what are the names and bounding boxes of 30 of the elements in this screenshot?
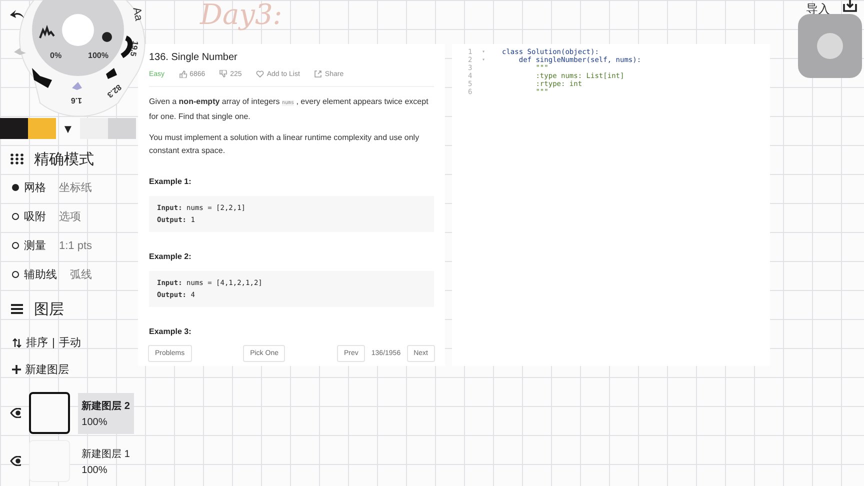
pressure-value: 82.3 (105, 82, 124, 100)
option-value[interactable]: 1:1 pts (59, 240, 92, 252)
example-heading: Example 1: (149, 177, 192, 186)
sort-value[interactable]: 手动 (58, 335, 81, 350)
new-layer-link[interactable]: 新建图层 (25, 362, 69, 377)
option-label[interactable]: 网格 (24, 180, 46, 195)
example-heading: Example 3: (149, 327, 192, 336)
tilt-value: 1.6 (70, 96, 82, 105)
option-value[interactable]: 弧线 (70, 267, 92, 282)
option-value[interactable]: 选项 (59, 209, 81, 224)
handwritten-text: Day3: (200, 0, 282, 30)
caret-icon[interactable]: ▼ (56, 122, 80, 136)
option-label[interactable]: 测量 (24, 238, 46, 253)
example-heading: Example 2: (149, 252, 192, 261)
option-value[interactable]: 坐标纸 (59, 180, 92, 195)
import-label[interactable]: 导入 (806, 1, 830, 18)
section-title: 精确模式 (34, 150, 94, 168)
separator-mark: | (52, 336, 55, 348)
sort-label[interactable]: 排序 (26, 335, 48, 350)
option-label[interactable]: 吸附 (24, 209, 46, 224)
description-text: You must implement a solution with a linear runtime complexity and use only constant extra space. (149, 132, 420, 157)
opacity-value: 0% (50, 51, 62, 60)
option-label[interactable]: 辅助线 (24, 267, 57, 282)
text-tool[interactable]: Aa (130, 6, 144, 22)
smoothing-value: 19.5 (128, 40, 140, 57)
layer-label[interactable]: 新建图层 2 100% (78, 392, 134, 434)
size-value: 100% (88, 51, 108, 60)
section-title: 图层 (34, 300, 64, 318)
layer-label[interactable]: 新建图层 1 100% (78, 440, 134, 482)
problem-title: 136. Single Number (149, 52, 238, 63)
